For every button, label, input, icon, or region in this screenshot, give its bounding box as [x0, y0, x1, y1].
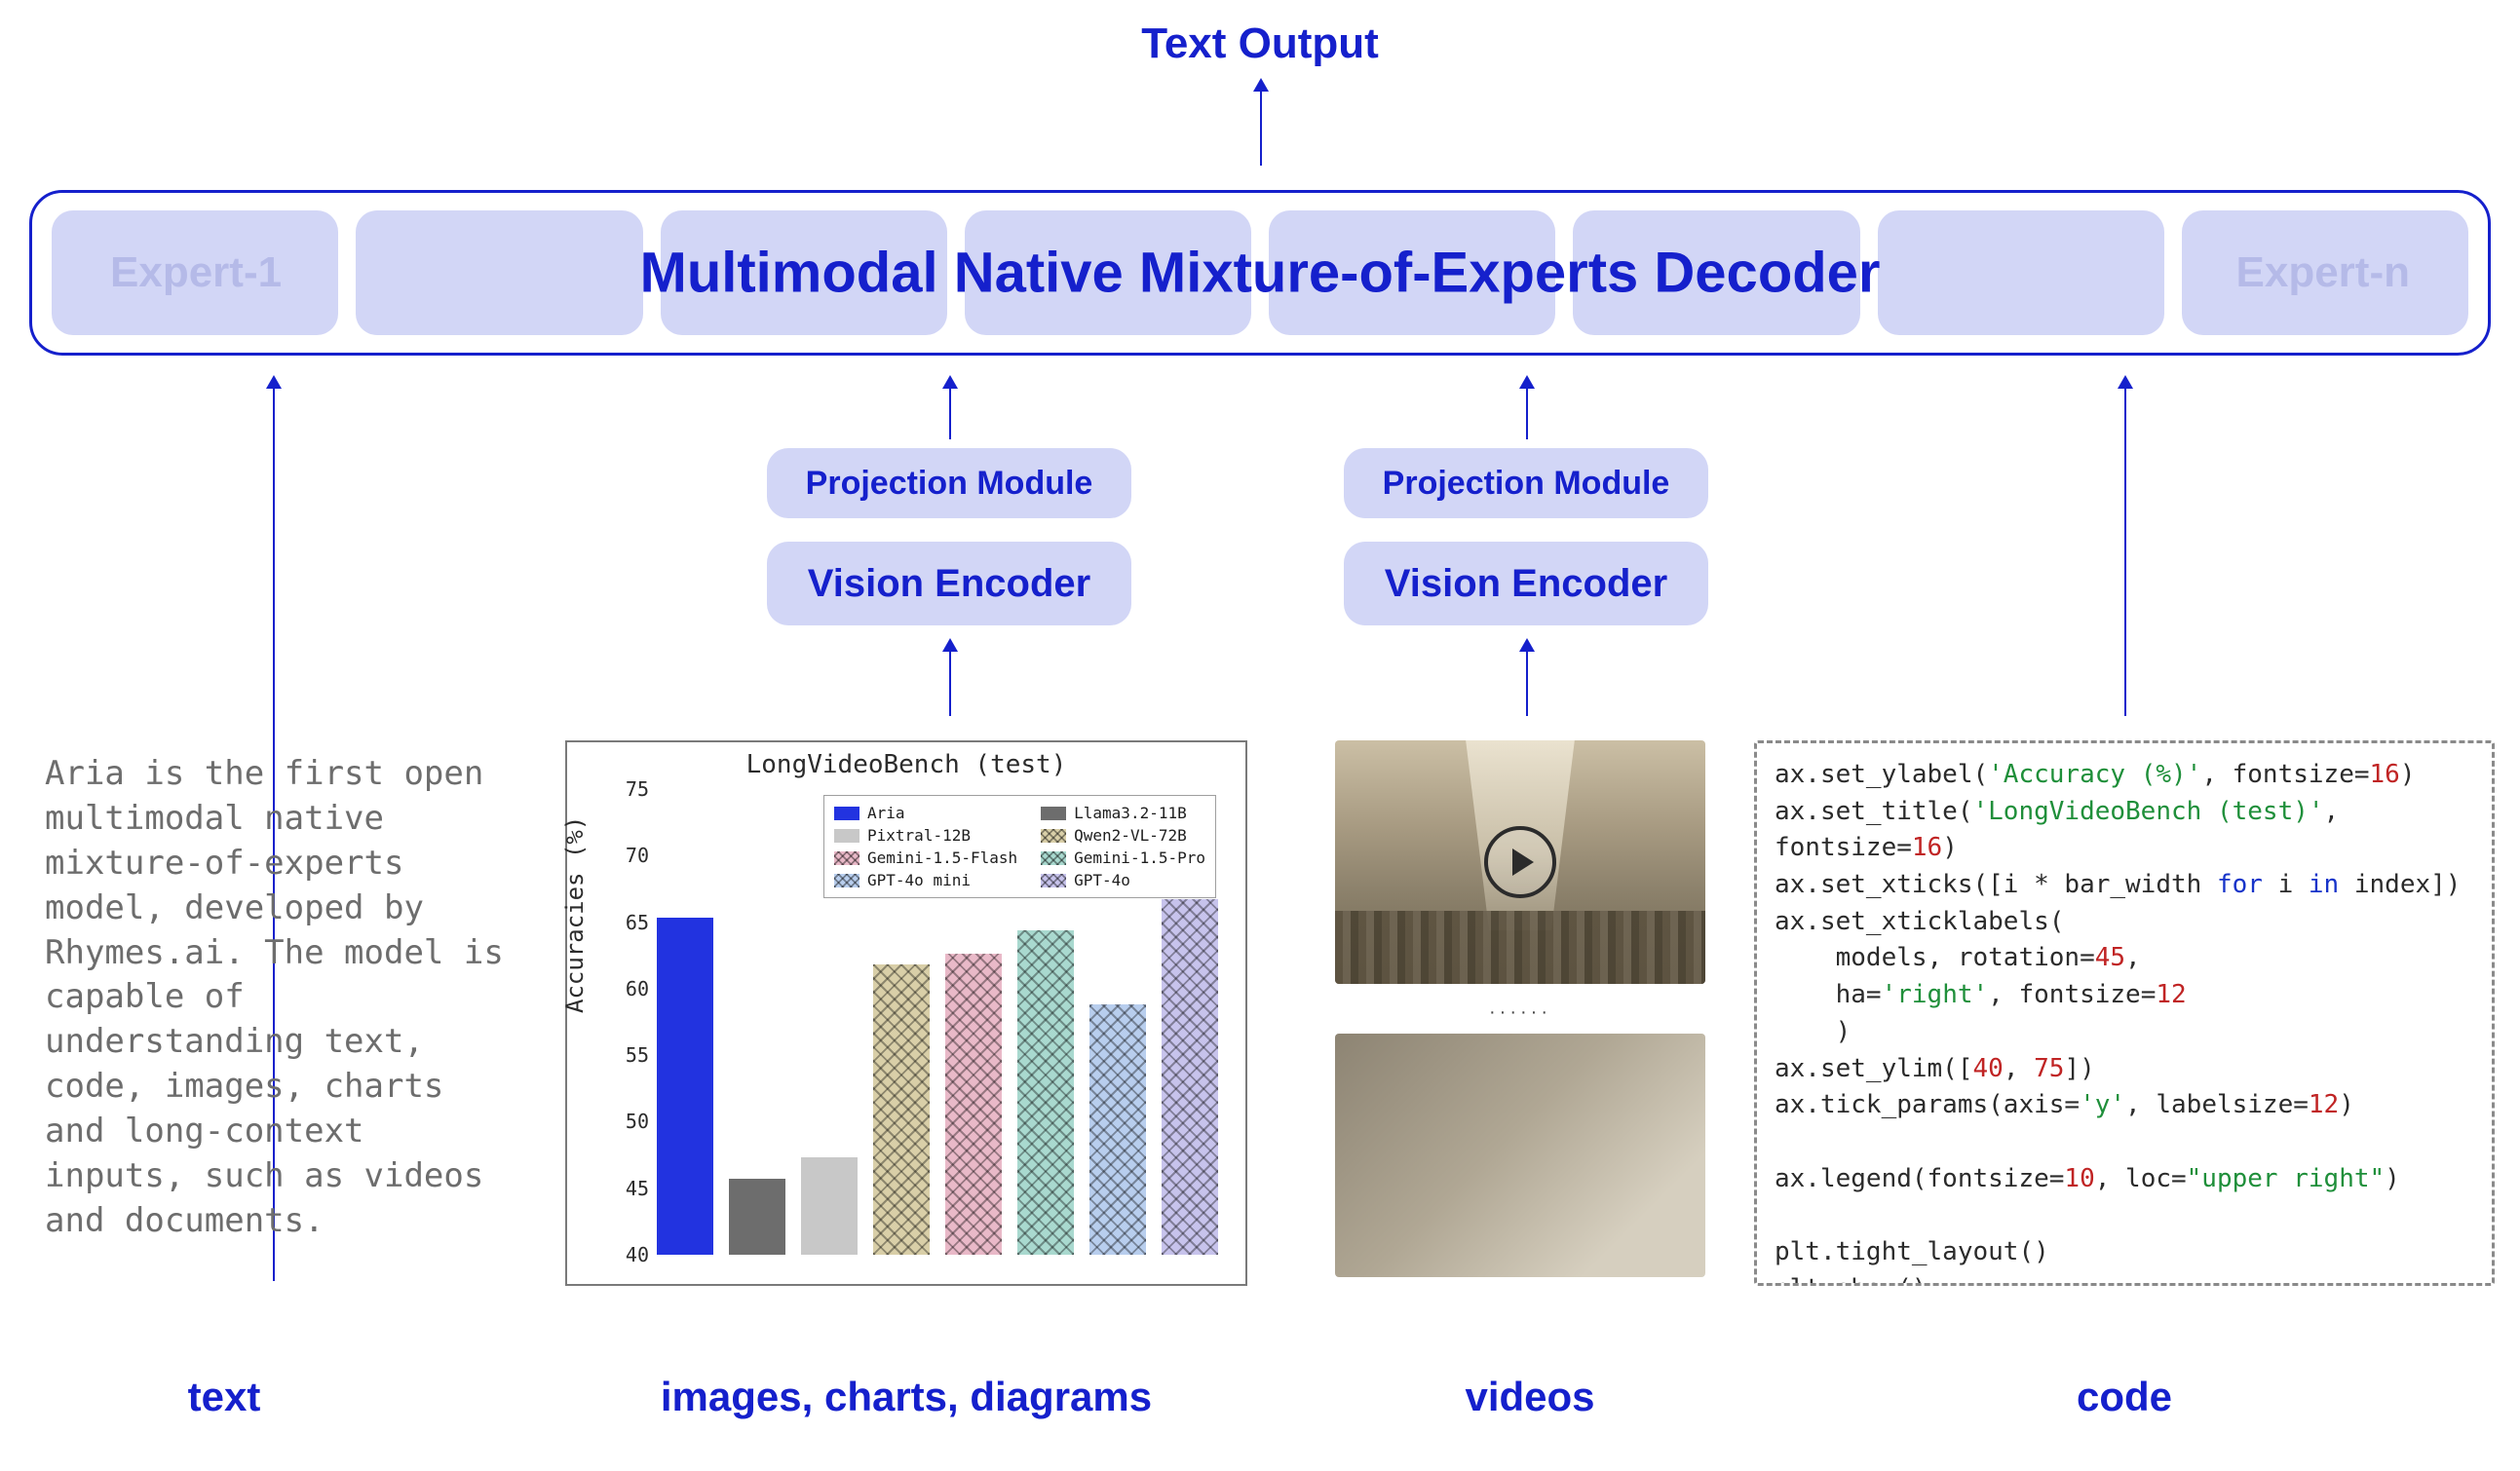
chart-ytick: 50: [626, 1110, 649, 1133]
col-label-code: code: [2007, 1374, 2241, 1420]
vision-encoder: Vision Encoder: [1344, 542, 1708, 625]
expert-last-label: Expert-n: [2236, 248, 2410, 297]
chart-yticks: 4045505560657075: [614, 789, 649, 1255]
code-token: 45: [2095, 943, 2125, 972]
expert-card: [965, 210, 1251, 335]
code-token: , labelsize=: [2125, 1090, 2309, 1119]
arrow-icon: [2124, 385, 2126, 716]
chart-plot-area: AriaLlama3.2-11BPixtral-12BQwen2-VL-72BG…: [649, 789, 1226, 1255]
arrow-icon: [1526, 385, 1528, 439]
chart-ytick: 45: [626, 1177, 649, 1200]
chart-bar: [945, 954, 1002, 1255]
decoder-container: Expert-1 Expert-n Multimodal Native Mixt…: [29, 190, 2491, 356]
code-token: 16: [2370, 760, 2400, 789]
code-token: ax.set_title(: [1775, 797, 1973, 826]
code-sample: ax.set_ylabel('Accuracy (%)', fontsize=1…: [1754, 740, 2495, 1286]
chart-bars: [649, 789, 1226, 1255]
projection-module: Projection Module: [1344, 448, 1708, 518]
chart-container: LongVideoBench (test) Accuracies (%) 404…: [565, 740, 1247, 1286]
chart-ytick: 60: [626, 977, 649, 1000]
expert-card: [661, 210, 947, 335]
video-thumbnail: [1335, 740, 1705, 984]
expert-card: [1573, 210, 1859, 335]
projection-module: Projection Module: [767, 448, 1131, 518]
video-column: ······: [1335, 740, 1705, 1295]
code-token: "upper right": [2187, 1164, 2386, 1193]
code-token: ): [2339, 1090, 2354, 1119]
arrow-icon: [949, 385, 951, 439]
expert-card: [1269, 210, 1555, 335]
chart-ylabel: Accuracies (%): [561, 816, 589, 1013]
chart-title: LongVideoBench (test): [567, 750, 1245, 779]
code-token: , loc=: [2095, 1164, 2187, 1193]
chart-bar: [1017, 930, 1074, 1255]
chart-bar: [873, 964, 930, 1255]
code-token: ax.set_xticklabels( models, rotation=: [1775, 907, 2095, 973]
chart-ytick: 75: [626, 777, 649, 801]
chart-bar: [657, 918, 713, 1255]
code-token: ,: [2004, 1054, 2034, 1083]
expert-card: [356, 210, 642, 335]
code-token: 'y': [2080, 1090, 2125, 1119]
code-token: ax.tick_params(axis=: [1775, 1090, 2080, 1119]
code-token: 40: [1973, 1054, 2004, 1083]
output-title: Text Output: [0, 19, 2520, 68]
chart-bar: [801, 1157, 858, 1255]
code-token: ax.set_ylabel(: [1775, 760, 1988, 789]
code-token: ): [1942, 833, 1958, 862]
code-token: 12: [2309, 1090, 2339, 1119]
code-token: 'Accuracy (%)': [1988, 760, 2201, 789]
code-token: ): [1775, 1017, 1851, 1046]
col-label-images: images, charts, diagrams: [604, 1374, 1208, 1420]
chart-ytick: 40: [626, 1243, 649, 1266]
code-token: 'LongVideoBench (test)': [1973, 797, 2324, 826]
code-token: index]): [2339, 870, 2461, 899]
code-token: 'right': [1882, 980, 1989, 1009]
code-token: ax.set_ylim([: [1775, 1054, 1973, 1083]
code-token: ax.legend(fontsize=: [1775, 1164, 2064, 1193]
code-token: in: [2309, 870, 2339, 899]
play-icon: [1484, 826, 1556, 898]
code-token: 12: [2156, 980, 2186, 1009]
expert-card: [1878, 210, 2164, 335]
arrow-icon: [1526, 648, 1528, 716]
code-token: , fontsize=: [2201, 760, 2369, 789]
code-token: ): [2400, 760, 2416, 789]
code-token: ): [2385, 1164, 2400, 1193]
col-label-videos: videos: [1394, 1374, 1666, 1420]
code-token: 16: [1912, 833, 1942, 862]
video-thumbnail: [1335, 1034, 1705, 1277]
code-token: ]): [2064, 1054, 2094, 1083]
code-token: 10: [2064, 1164, 2094, 1193]
chart-bar: [1162, 899, 1218, 1255]
code-token: 75: [2034, 1054, 2064, 1083]
ellipsis-icon: ······: [1335, 1001, 1705, 1024]
expert-first-label: Expert-1: [110, 248, 282, 297]
chart-ytick: 70: [626, 844, 649, 867]
chart-ytick: 65: [626, 911, 649, 934]
chart-bar: [729, 1179, 785, 1255]
code-token: ax.set_xticks([i * bar_width: [1775, 870, 2217, 899]
text-sample: Aria is the first open multimodal native…: [45, 752, 513, 1244]
arrow-icon: [949, 648, 951, 716]
code-token: i: [2263, 870, 2309, 899]
code-token: for: [2217, 870, 2263, 899]
col-label-text: text: [97, 1374, 351, 1420]
code-token: plt.tight_layout() plt.show(): [1775, 1237, 2049, 1286]
crowd-shape: [1335, 911, 1705, 984]
arrow-icon: [1260, 88, 1262, 166]
chart-bar: [1089, 1004, 1146, 1255]
code-token: , fontsize=: [1988, 980, 2156, 1009]
vision-encoder: Vision Encoder: [767, 542, 1131, 625]
chart-ytick: 55: [626, 1043, 649, 1067]
